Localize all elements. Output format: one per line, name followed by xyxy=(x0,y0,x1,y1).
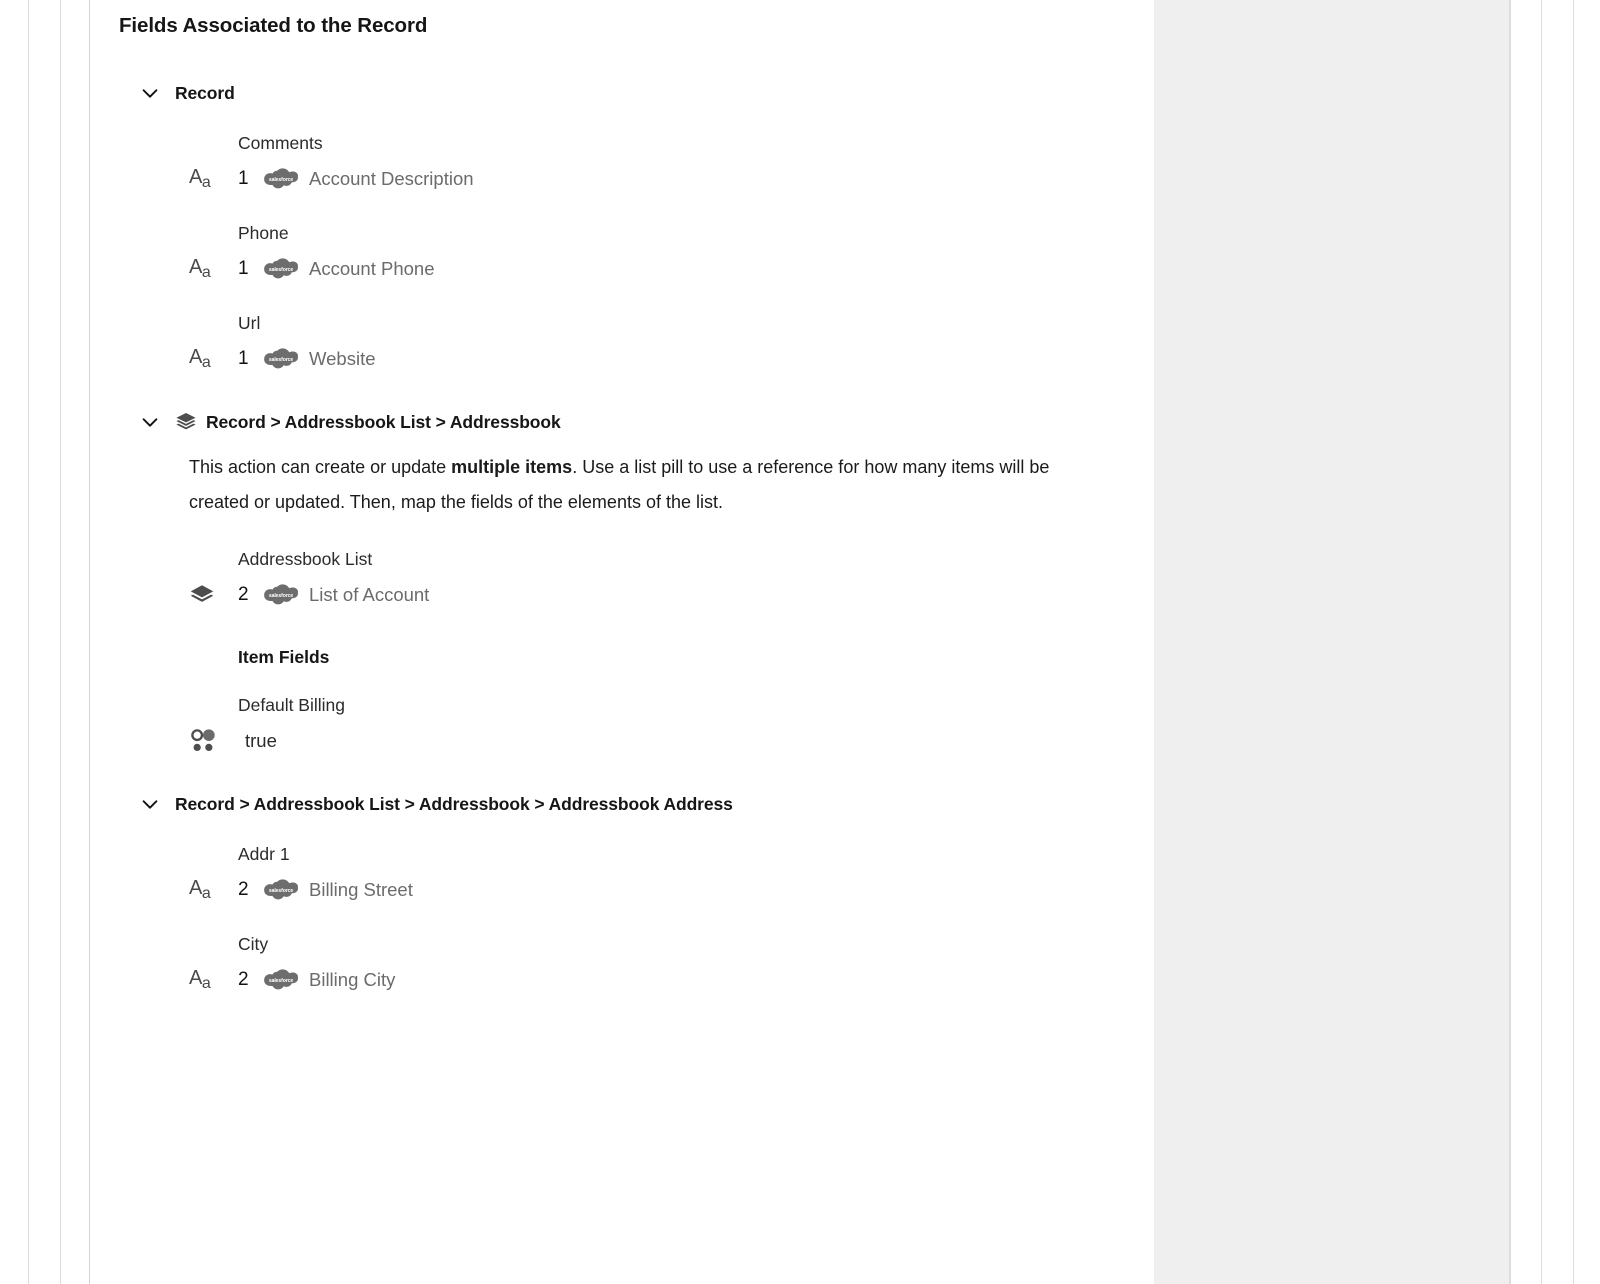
column-rule-1 xyxy=(28,0,29,1284)
column-rule-5 xyxy=(1541,0,1542,1284)
field-mapped-value: Account Phone xyxy=(309,258,435,279)
field-block: Default Billing true xyxy=(189,694,1126,756)
field-mapping-row[interactable]: Aa 1 salesforce Account Phone xyxy=(189,254,1126,284)
section-record-addressbook-list-addressbook-address: Record > Addressbook List > Addressbook … xyxy=(119,793,1126,995)
section-header-record-addressbook-list-addressbook[interactable]: Record > Addressbook List > Addressbook xyxy=(119,411,1126,433)
field-block: City Aa 2 salesforce Billing City xyxy=(189,933,1126,995)
text-type-icon: Aa xyxy=(189,346,211,371)
field-label: Addressbook List xyxy=(238,549,373,569)
boolean-type-icon xyxy=(189,727,221,755)
chevron-down-icon[interactable] xyxy=(139,793,161,815)
section-header-record[interactable]: Record xyxy=(119,82,1126,104)
svg-text:salesforce: salesforce xyxy=(269,593,294,599)
column-rule-6 xyxy=(1573,0,1574,1284)
chevron-down-icon[interactable] xyxy=(139,411,161,433)
field-block: Comments Aa 1 salesforce Account Description xyxy=(189,132,1126,194)
text-type-icon: Aa xyxy=(189,166,211,191)
field-mapped-value: true xyxy=(245,730,277,751)
section-description: This action can create or update multipl… xyxy=(189,457,1050,512)
fields-panel: Fields Associated to the Record Record Co… xyxy=(90,0,1154,1284)
right-gray-panel xyxy=(1154,0,1510,1284)
layers-icon xyxy=(189,582,221,608)
item-fields-heading: Item Fields xyxy=(238,647,330,667)
sections-container: Record Comments Aa 1 salesforce Account Descr… xyxy=(119,82,1126,995)
field-count: 1 xyxy=(238,168,249,189)
field-mapping-row[interactable]: Aa 2 salesforce Billing Street xyxy=(189,875,1126,905)
salesforce-cloud-icon: salesforce xyxy=(263,968,299,992)
svg-text:salesforce: salesforce xyxy=(269,978,294,984)
salesforce-cloud-icon: salesforce xyxy=(263,167,299,191)
field-block: Url Aa 1 salesforce Website xyxy=(189,312,1126,374)
column-rule-4 xyxy=(1510,0,1511,1284)
field-label: Comments xyxy=(238,133,323,153)
field-block: Addr 1 Aa 2 salesforce Billing Street xyxy=(189,843,1126,905)
layers-icon xyxy=(175,411,197,433)
description-emphasis: multiple items xyxy=(451,457,573,477)
section-title: Record > Addressbook List > Addressbook … xyxy=(175,793,733,814)
field-count: 2 xyxy=(238,584,249,605)
field-block: Addressbook List 2 salesforce List of Accou… xyxy=(189,548,1126,610)
field-mapped-value: Billing Street xyxy=(309,879,413,900)
field-mapping-row[interactable]: 2 salesforce List of Account xyxy=(189,580,1126,610)
field-mapped-value: List of Account xyxy=(309,584,430,605)
field-mapping-row[interactable]: Aa 2 salesforce Billing City xyxy=(189,965,1126,995)
salesforce-cloud-icon: salesforce xyxy=(263,878,299,902)
section-record-addressbook-list-addressbook: Record > Addressbook List > Addressbook T… xyxy=(119,411,1126,756)
field-count: 2 xyxy=(238,969,249,990)
salesforce-cloud-icon: salesforce xyxy=(263,347,299,371)
field-mapping-row[interactable]: true xyxy=(189,726,1126,756)
svg-text:salesforce: salesforce xyxy=(269,177,294,183)
field-label: Phone xyxy=(238,223,289,243)
field-mapped-value: Billing City xyxy=(309,969,396,990)
svg-text:salesforce: salesforce xyxy=(269,357,294,363)
field-label: Url xyxy=(238,313,261,333)
chevron-down-icon[interactable] xyxy=(139,82,161,104)
text-type-icon: Aa xyxy=(189,967,211,992)
column-rule-2 xyxy=(60,0,61,1284)
field-label: City xyxy=(238,934,269,954)
section-record: Record Comments Aa 1 salesforce Account Descr… xyxy=(119,82,1126,374)
text-type-icon: Aa xyxy=(189,877,211,902)
svg-text:salesforce: salesforce xyxy=(269,267,294,273)
section-title: Record xyxy=(175,82,235,103)
page-title: Fields Associated to the Record xyxy=(119,14,428,37)
field-mapped-value: Account Description xyxy=(309,168,474,189)
field-count: 2 xyxy=(238,879,249,900)
salesforce-cloud-icon: salesforce xyxy=(263,583,299,607)
text-type-icon: Aa xyxy=(189,256,211,281)
field-count: 1 xyxy=(238,258,249,279)
salesforce-cloud-icon: salesforce xyxy=(263,257,299,281)
field-mapping-row[interactable]: Aa 1 salesforce Website xyxy=(189,344,1126,374)
section-header-record-addressbook-list-addressbook-address[interactable]: Record > Addressbook List > Addressbook … xyxy=(119,793,1126,815)
field-label: Addr 1 xyxy=(238,844,290,864)
field-mapped-value: Website xyxy=(309,348,376,369)
field-count: 1 xyxy=(238,348,249,369)
field-block: Phone Aa 1 salesforce Account Phone xyxy=(189,222,1126,284)
section-title: Record > Addressbook List > Addressbook xyxy=(206,411,561,432)
svg-text:salesforce: salesforce xyxy=(269,888,294,894)
field-label: Default Billing xyxy=(238,695,345,715)
field-mapping-row[interactable]: Aa 1 salesforce Account Description xyxy=(189,164,1126,194)
